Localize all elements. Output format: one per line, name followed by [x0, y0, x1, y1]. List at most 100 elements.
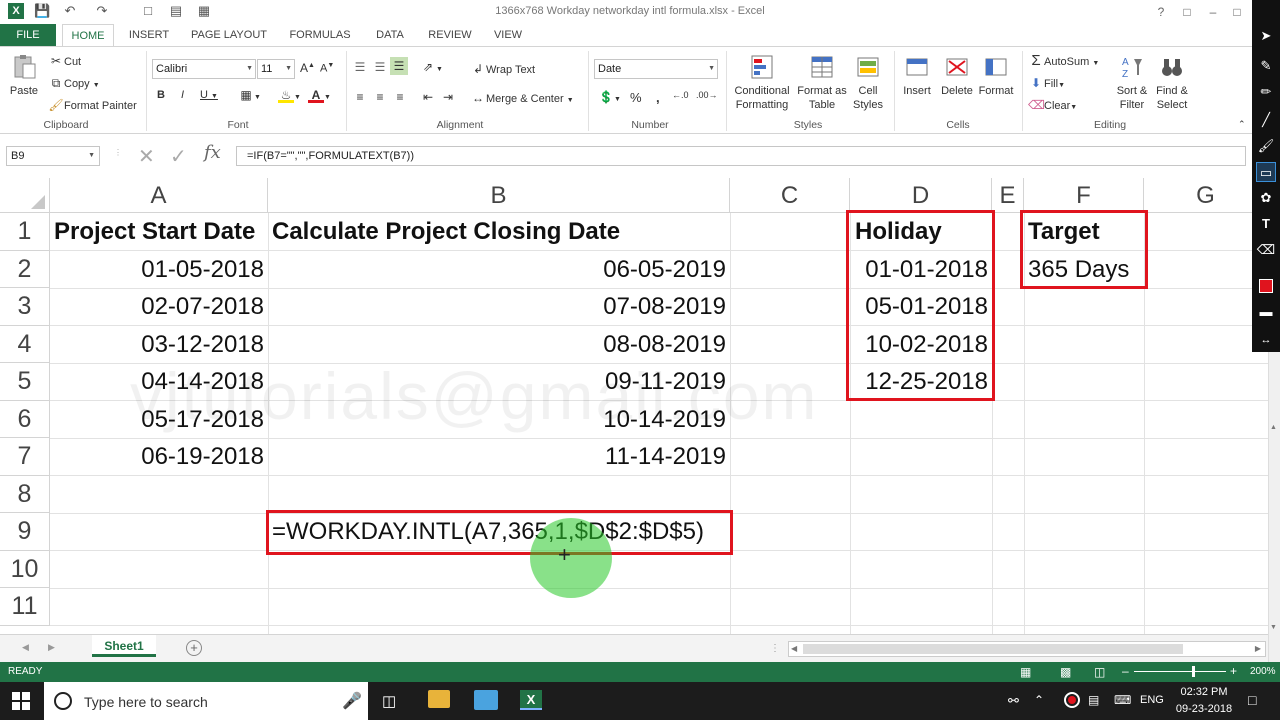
clear-button[interactable]: ⌫Clear▼ — [1028, 97, 1077, 113]
split-handle-icon[interactable]: ⋮ — [770, 643, 780, 654]
cell-b1[interactable]: Calculate Project Closing Date — [272, 213, 620, 251]
cell-b4[interactable]: 08-08-2019 — [272, 326, 726, 364]
row-header-1[interactable]: 1 — [0, 213, 50, 251]
fill-color-button[interactable]: ♨ ▼ — [278, 87, 301, 103]
column-header-g[interactable]: G — [1144, 178, 1268, 213]
scroll-right-icon[interactable]: ▶ — [1255, 644, 1261, 653]
scroll-down-icon[interactable]: ▼ — [1270, 624, 1279, 632]
effects-icon[interactable]: ✿ — [1256, 188, 1276, 208]
row-header-7[interactable]: 7 — [0, 438, 50, 476]
zoom-out-icon[interactable]: – — [1122, 664, 1129, 678]
row-header-9[interactable]: 9 — [0, 513, 50, 551]
format-painter-button[interactable]: 🖌Format Painter — [48, 97, 136, 113]
cell-b5[interactable]: 09-11-2019 — [272, 363, 726, 401]
page-layout-view-icon[interactable]: ▩ — [1060, 665, 1071, 679]
clock-date[interactable]: 09-23-2018 — [1172, 703, 1236, 715]
cell-a5[interactable]: 04-14-2018 — [54, 363, 264, 401]
cell-a7[interactable]: 06-19-2018 — [54, 438, 264, 476]
pointer-icon[interactable]: ➤ — [1256, 26, 1276, 46]
row-header-5[interactable]: 5 — [0, 363, 50, 401]
font-color-button[interactable]: A ▼ — [308, 87, 331, 103]
font-size-select[interactable]: 11 ▼ — [257, 59, 295, 79]
horizontal-scrollbar[interactable]: ◀ ▶ — [788, 641, 1266, 657]
number-format-select[interactable]: Date ▼ — [594, 59, 718, 79]
align-bottom-button[interactable]: ☰ — [390, 57, 408, 75]
rectangle-icon[interactable]: ▭ — [1256, 162, 1276, 182]
find-select-button[interactable]: Find & Select — [1152, 53, 1192, 112]
print-preview-icon[interactable]: ▤ — [168, 3, 184, 19]
cell-styles-button[interactable]: Cell Styles — [848, 53, 888, 112]
borders-button[interactable]: ▦ ▼ — [238, 87, 261, 103]
line-icon[interactable]: ╱ — [1256, 110, 1276, 130]
zoom-slider[interactable] — [1134, 671, 1226, 672]
windows-start-icon[interactable] — [12, 692, 30, 710]
tab-formulas[interactable]: FORMULAS — [284, 24, 356, 46]
tab-data[interactable]: DATA — [368, 24, 412, 46]
cell-a2[interactable]: 01-05-2018 — [54, 251, 264, 289]
column-header-d[interactable]: D — [850, 178, 992, 213]
add-sheet-button[interactable]: + — [186, 640, 202, 656]
column-header-b[interactable]: B — [268, 178, 730, 213]
task-view-icon[interactable]: ◫ — [382, 692, 396, 710]
decrease-decimal-button[interactable]: .00→ — [696, 90, 718, 100]
decrease-indent-button[interactable]: ⇤ — [420, 89, 436, 105]
column-header-c[interactable]: C — [730, 178, 850, 213]
cell-a3[interactable]: 02-07-2018 — [54, 288, 264, 326]
fill-button[interactable]: ⬇ Fill▼ — [1028, 75, 1065, 91]
select-all-corner[interactable] — [0, 178, 50, 213]
scroll-up-icon[interactable]: ▲ — [1270, 424, 1279, 432]
format-as-table-button[interactable]: Format as Table — [794, 53, 850, 112]
zoom-slider-thumb[interactable] — [1192, 666, 1195, 677]
cell-b7[interactable]: 11-14-2019 — [272, 438, 726, 476]
row-header-3[interactable]: 3 — [0, 288, 50, 326]
save-icon[interactable]: 💾 — [34, 3, 50, 19]
color-swatch-icon[interactable] — [1256, 276, 1276, 296]
row-header-10[interactable]: 10 — [0, 550, 50, 588]
row-header-6[interactable]: 6 — [0, 400, 50, 438]
line-width-icon[interactable]: ▬ — [1256, 302, 1276, 322]
undo-icon[interactable]: ↶ — [62, 3, 78, 19]
taskbar-search-box[interactable]: Type here to search 🎤 — [44, 682, 368, 720]
tab-file[interactable]: FILE — [0, 24, 56, 46]
tray-chevron-icon[interactable]: ⌃ — [1034, 693, 1044, 707]
expand-toolbar-icon[interactable]: ↔ — [1256, 330, 1276, 350]
orientation-button[interactable]: ⇗ ▼ — [420, 59, 443, 75]
minimize-icon[interactable]: – — [1202, 2, 1224, 22]
shrink-font-button[interactable]: A▼ — [320, 62, 334, 75]
column-header-a[interactable]: A — [50, 178, 268, 213]
bold-button[interactable]: B — [157, 89, 165, 101]
excel-taskbar-icon[interactable]: X — [520, 690, 542, 710]
cell-b3[interactable]: 07-08-2019 — [272, 288, 726, 326]
cell-b2[interactable]: 06-05-2019 — [272, 251, 726, 289]
tab-insert[interactable]: INSERT — [124, 24, 174, 46]
format-cells-button[interactable]: Format — [976, 53, 1016, 98]
redo-icon[interactable]: ↷ — [94, 3, 110, 19]
increase-indent-button[interactable]: ⇥ — [440, 89, 456, 105]
align-right-button[interactable]: ≡ — [392, 89, 408, 105]
row-header-4[interactable]: 4 — [0, 325, 50, 363]
row-header-2[interactable]: 2 — [0, 250, 50, 288]
record-icon[interactable] — [1064, 692, 1080, 708]
pen-icon[interactable]: ✎ — [1256, 56, 1276, 76]
tab-home[interactable]: HOME — [62, 24, 114, 46]
percent-button[interactable]: % — [630, 90, 642, 105]
formula-input[interactable]: =IF(B7="","",FORMULATEXT(B7)) — [236, 146, 1246, 166]
maximize-icon[interactable]: □ — [1226, 2, 1248, 22]
sort-filter-button[interactable]: AZ Sort & Filter — [1112, 53, 1152, 112]
wrap-text-button[interactable]: ↲ Wrap Text — [470, 61, 535, 77]
delete-cells-button[interactable]: Delete — [938, 53, 976, 98]
name-box[interactable]: B9 ▼ — [6, 146, 100, 166]
increase-decimal-button[interactable]: ←.0 — [672, 90, 689, 100]
zoom-level[interactable]: 200% — [1250, 666, 1276, 677]
cell-a4[interactable]: 03-12-2018 — [54, 326, 264, 364]
remote-desktop-icon[interactable] — [474, 690, 498, 710]
network-icon[interactable]: ▤ — [1088, 693, 1099, 707]
normal-view-icon[interactable]: ▦ — [1020, 665, 1031, 679]
copy-button[interactable]: ⧉ Copy ▼ — [48, 75, 100, 91]
tab-review[interactable]: REVIEW — [424, 24, 476, 46]
insert-function-icon[interactable]: fx — [204, 142, 221, 163]
insert-cells-button[interactable]: Insert — [898, 53, 936, 98]
underline-button[interactable]: U ▼ — [200, 89, 218, 101]
tab-view[interactable]: VIEW — [488, 24, 528, 46]
merge-center-button[interactable]: ↔ Merge & Center ▼ — [470, 90, 574, 106]
